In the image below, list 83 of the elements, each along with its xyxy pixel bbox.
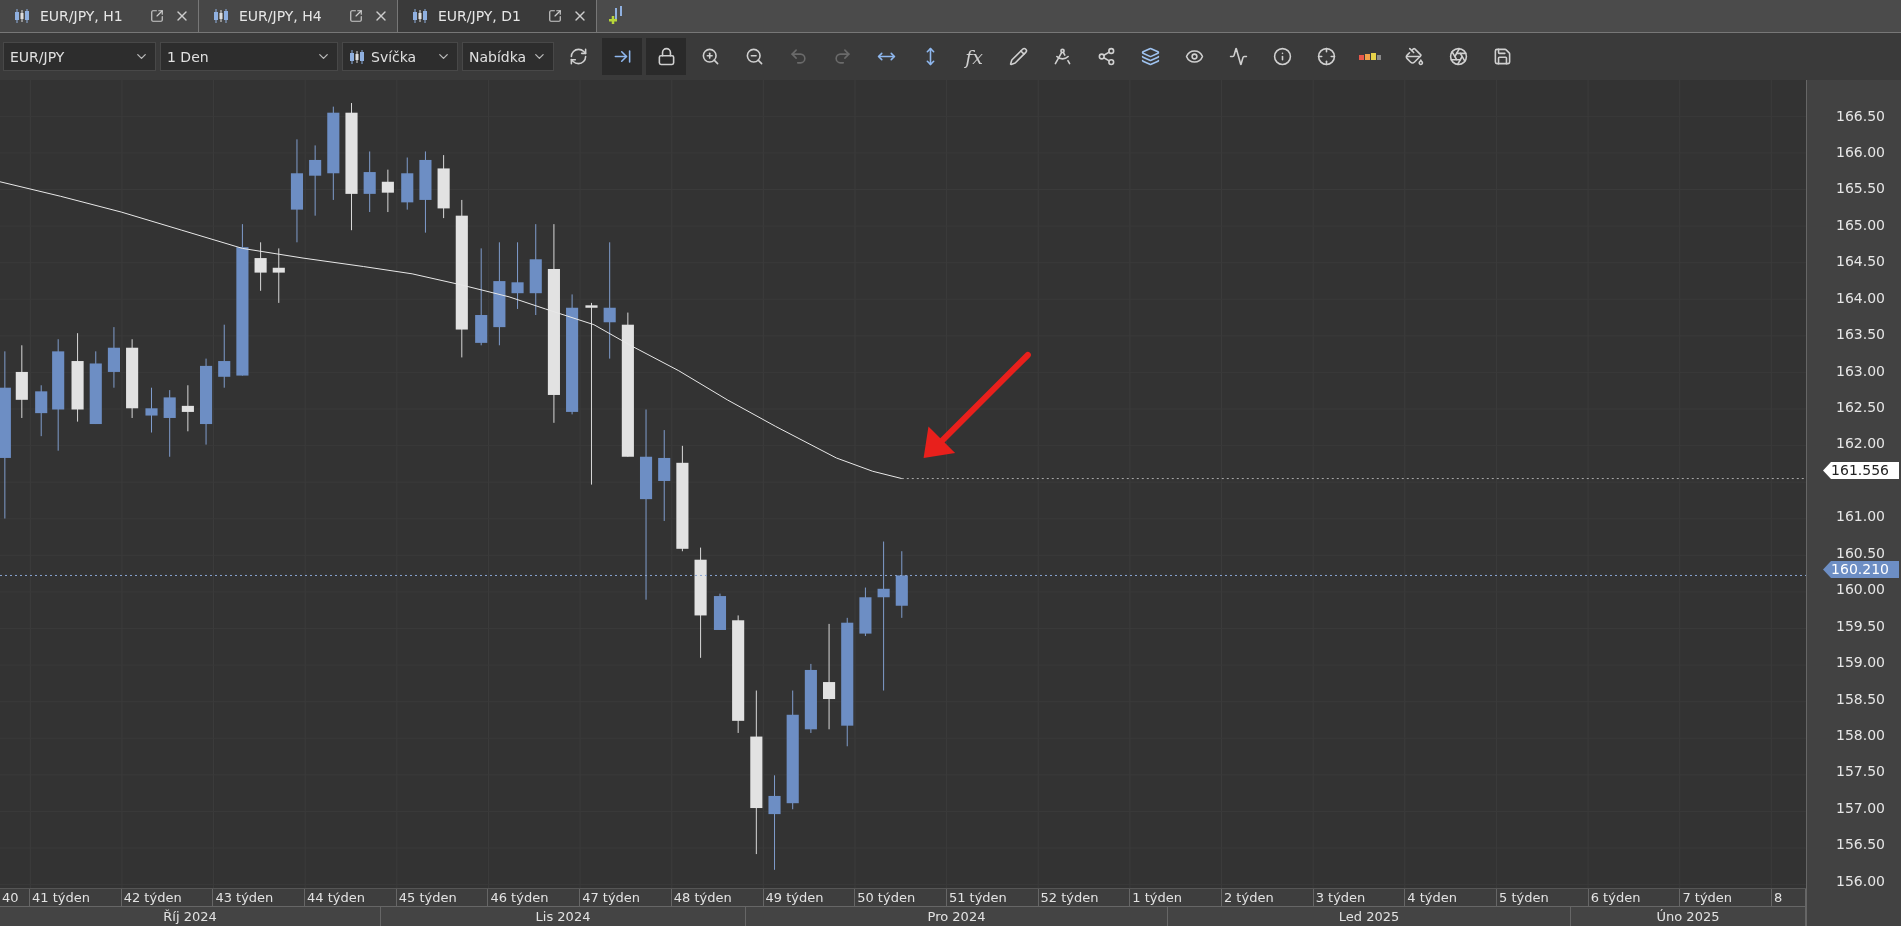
price-label: 156.00 [1835, 873, 1886, 889]
info-icon [1272, 47, 1292, 66]
price-label: 160.50 [1835, 545, 1886, 561]
candle [895, 550, 908, 619]
month-label: Pro 2024 [746, 907, 1168, 926]
dropdown[interactable]: Svíčka [342, 42, 458, 71]
price-label: 163.50 [1835, 327, 1886, 343]
candle [218, 324, 231, 389]
tool-button[interactable] [602, 38, 642, 75]
month-label: Říj 2024 [0, 907, 381, 926]
detach-icon[interactable] [548, 9, 562, 23]
line-chart-icon [1228, 47, 1248, 66]
candle [859, 587, 872, 637]
undo-icon [788, 47, 808, 66]
chart-tab[interactable]: EUR/JPY, H1 [0, 0, 199, 32]
detach-icon[interactable] [349, 9, 363, 23]
candle [381, 169, 394, 213]
aperture-icon [1448, 47, 1468, 66]
formula-button[interactable]: fx [954, 38, 994, 75]
price-label: 158.50 [1835, 691, 1886, 707]
price-label: 164.50 [1835, 254, 1886, 270]
layers-icon [1140, 47, 1160, 66]
tab-label: EUR/JPY, H1 [40, 8, 124, 24]
price-marker: 160.210 [1823, 561, 1899, 578]
color-bar-icon [1359, 52, 1381, 61]
candlestick-icon [349, 48, 365, 65]
price-label: 166.00 [1835, 144, 1886, 160]
chart-tab[interactable]: EUR/JPY, D1 [398, 0, 597, 32]
dropdown[interactable]: 1 Den [160, 42, 338, 71]
price-label: 162.50 [1835, 400, 1886, 415]
price-marker: 161.556 [1823, 462, 1899, 479]
price-label: 159.50 [1835, 618, 1886, 634]
candle [272, 247, 285, 304]
candle [35, 384, 48, 437]
zoom-out-icon [744, 47, 764, 66]
price-label: 158.00 [1835, 727, 1886, 743]
save-icon [1492, 47, 1512, 66]
tab-label: EUR/JPY, D1 [438, 8, 522, 24]
candle [804, 663, 817, 734]
paint-bucket-icon [1404, 47, 1424, 66]
arrow-to-line-icon [612, 47, 632, 66]
candle [401, 157, 414, 211]
tab-label: EUR/JPY, H4 [239, 8, 323, 24]
price-label: 165.50 [1835, 181, 1886, 197]
pencil-icon [1008, 47, 1028, 66]
price-label: 165.00 [1835, 217, 1886, 233]
chart-tab[interactable]: EUR/JPY, H4 [199, 0, 398, 32]
compass-icon [1052, 47, 1072, 66]
candlestick-icon [14, 8, 30, 24]
candle [713, 593, 727, 631]
candle [437, 154, 450, 219]
candlestick-icon [412, 8, 428, 24]
detach-icon[interactable] [150, 9, 164, 23]
candle [511, 241, 524, 310]
candle [107, 326, 120, 389]
candle [145, 387, 158, 433]
price-label: 157.50 [1835, 764, 1886, 780]
crosshair-icon [1316, 47, 1336, 66]
eye-icon [1184, 47, 1204, 66]
candle [254, 241, 267, 292]
candle [181, 384, 194, 432]
redo-icon [832, 47, 852, 66]
price-label: 161.00 [1835, 509, 1886, 525]
month-label: Lis 2024 [381, 907, 746, 926]
month-label: Led 2025 [1168, 907, 1571, 926]
price-label: 162.00 [1835, 436, 1886, 452]
price-label: 159.00 [1835, 655, 1886, 671]
dropdown[interactable]: EUR/JPY [3, 42, 156, 71]
refresh-icon [568, 47, 588, 66]
lock-icon [656, 47, 676, 66]
price-label: 156.50 [1835, 837, 1886, 853]
price-label: 166.50 [1835, 108, 1886, 124]
nodes-icon [1096, 47, 1116, 66]
tool-button[interactable] [646, 38, 686, 75]
candlestick-icon [213, 8, 229, 24]
price-label: 160.00 [1835, 582, 1886, 598]
candle [163, 389, 176, 458]
zoom-in-icon [700, 47, 720, 66]
dropdown[interactable]: Nabídka [462, 42, 554, 71]
candle [363, 150, 376, 213]
price-label: 157.00 [1835, 800, 1886, 816]
price-label: 163.00 [1835, 363, 1886, 379]
price-label: 164.00 [1835, 290, 1886, 306]
